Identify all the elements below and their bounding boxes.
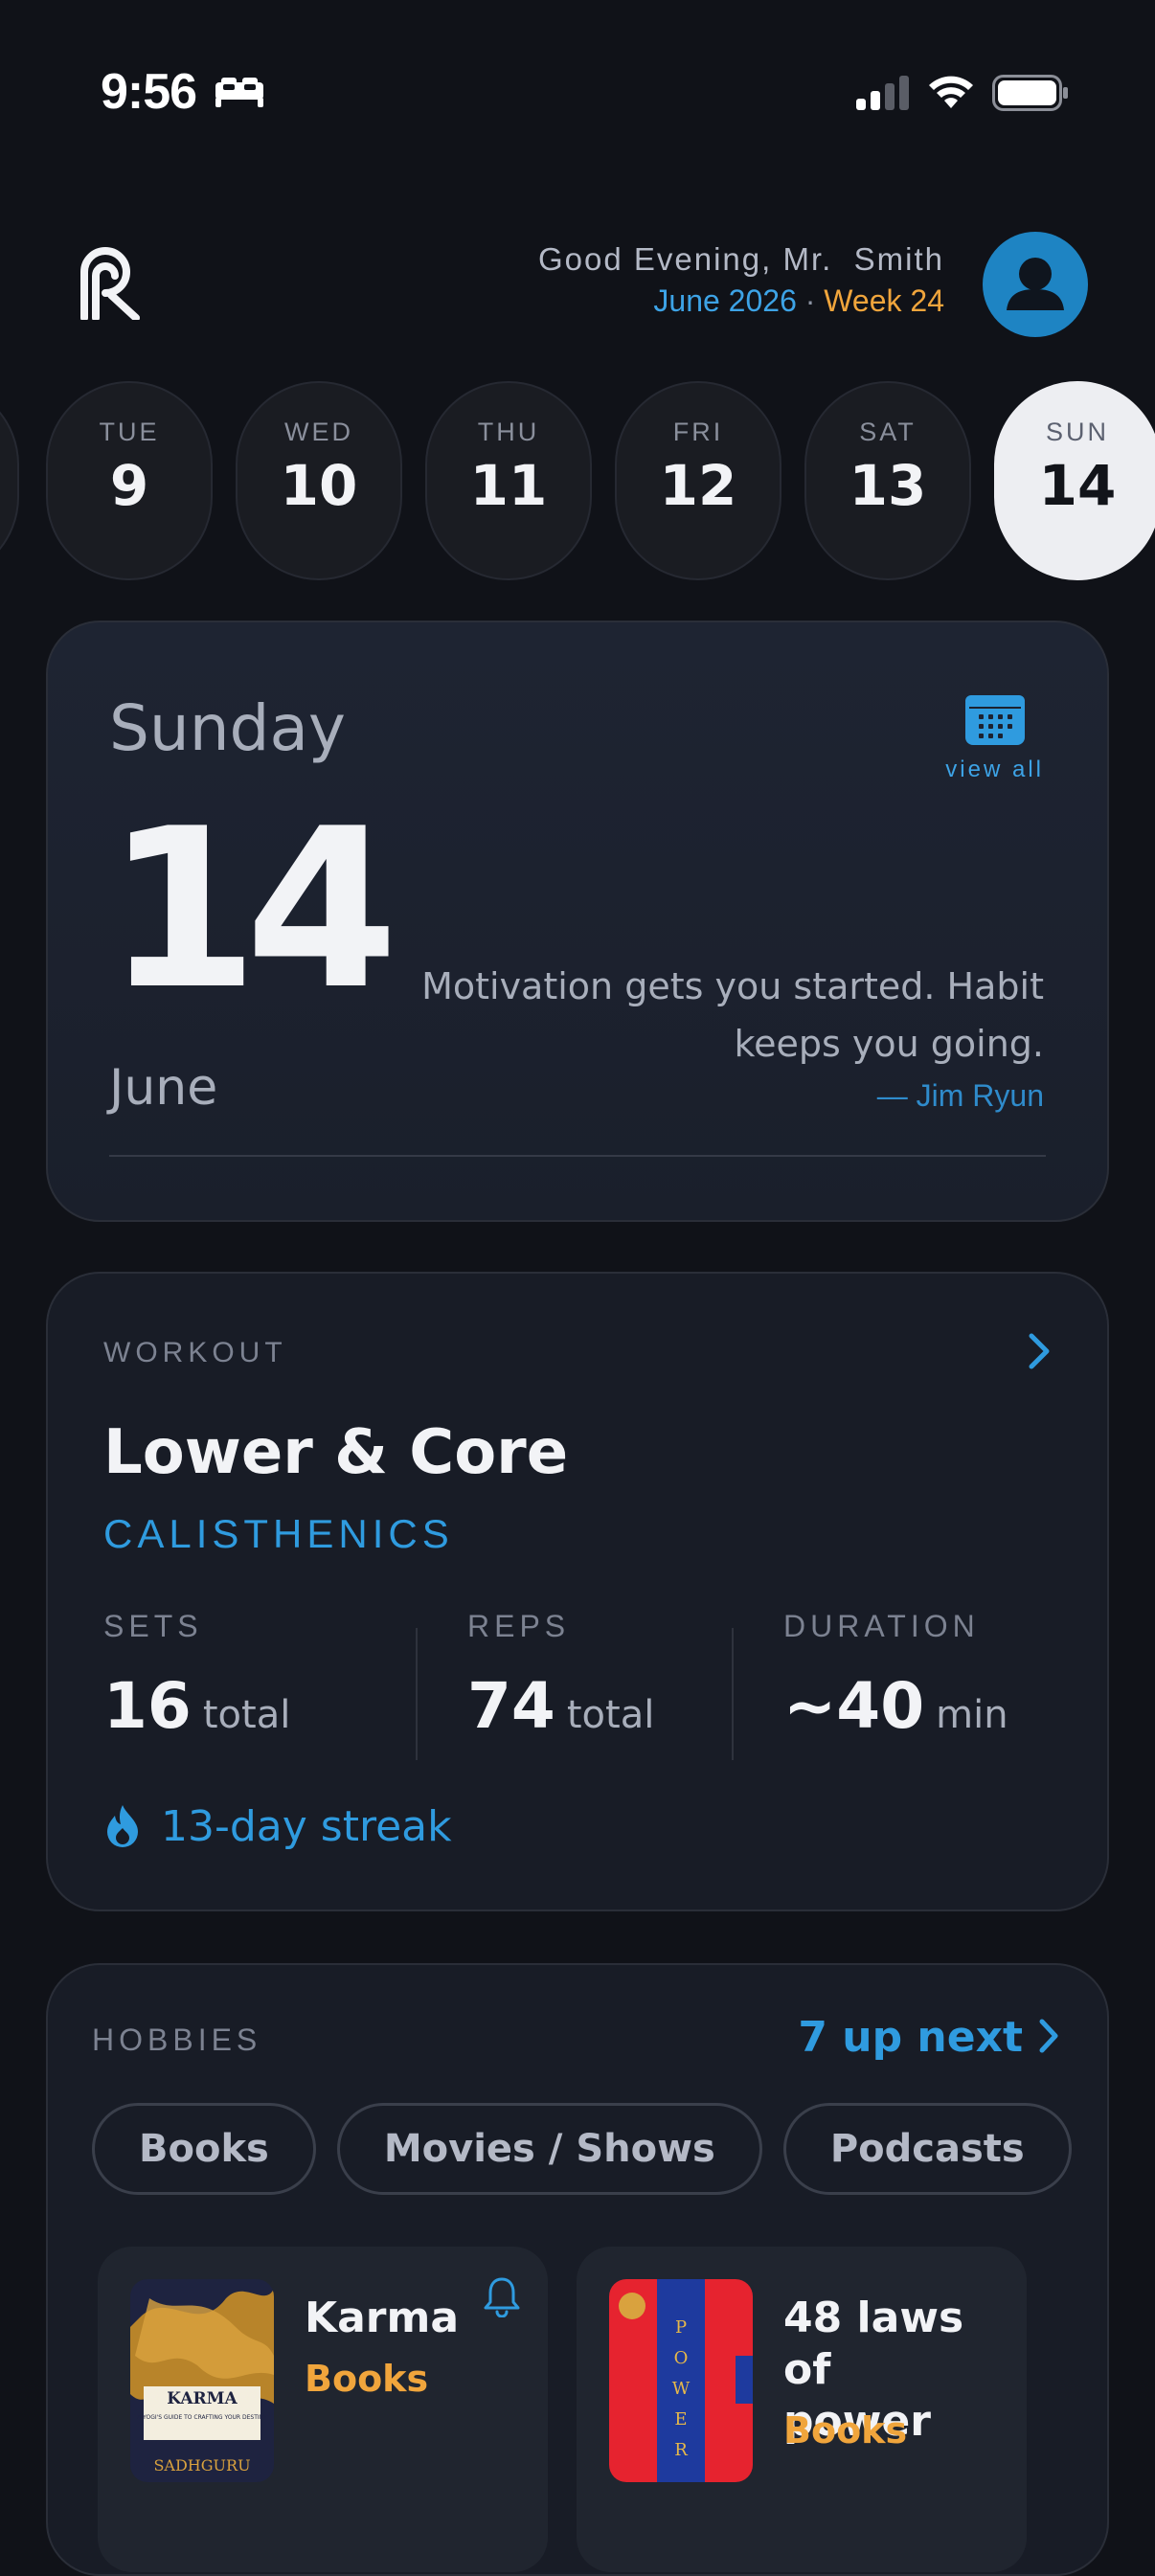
cover-title: O: [674, 2348, 689, 2368]
stat-value: 16: [103, 1669, 192, 1743]
stat-value: 74: [467, 1669, 555, 1743]
cover-title: W: [672, 2379, 691, 2399]
chevron-right-icon[interactable]: [1025, 1331, 1053, 1375]
workout-stats: SETS 16 total REPS 74 total DURATION ~40 mi…: [103, 1609, 1052, 1760]
chip-movies-shows[interactable]: Movies / Shows: [336, 2103, 762, 2195]
cellular-signal-icon: [856, 76, 910, 114]
app-logo-icon[interactable]: [77, 243, 144, 324]
hobby-category: Books: [305, 2358, 429, 2400]
day-of-week: TUE: [99, 418, 160, 446]
user-avatar-icon[interactable]: [983, 232, 1088, 337]
day-pill-wed[interactable]: WED 10: [236, 381, 402, 580]
separator: ·: [796, 283, 825, 318]
day-number: 11: [469, 453, 548, 518]
workout-title: Lower & Core: [103, 1417, 569, 1488]
stat-divider: [732, 1628, 734, 1760]
hobby-category: Books: [783, 2409, 908, 2452]
day-number: 9: [109, 453, 149, 518]
wifi-icon: [927, 76, 975, 114]
current-period: June 2026 · Week 24: [538, 283, 944, 319]
month-year: June 2026: [653, 283, 797, 318]
flame-icon: [103, 1803, 142, 1851]
stat-duration: DURATION ~40 min: [783, 1609, 1008, 1743]
up-next-label: 7 up next: [798, 2013, 1023, 2062]
day-pill-sat[interactable]: SAT 13: [804, 381, 971, 580]
streak-text: 13-day streak: [161, 1802, 452, 1851]
header: Good Evening, Mr. Smith June 2026 · Week…: [77, 228, 1088, 343]
quote-text: Motivation gets you started. Habit keeps…: [421, 965, 1044, 1065]
stat-reps: REPS 74 total: [467, 1609, 654, 1743]
stat-label: SETS: [103, 1609, 203, 1643]
bed-icon: [214, 77, 265, 113]
day-of-week: SAT: [859, 418, 917, 446]
status-bar: 9:56: [101, 57, 1069, 124]
cover-title: KARMA: [167, 2389, 238, 2408]
up-next-link[interactable]: 7 up next: [798, 2013, 1061, 2062]
stat-divider: [416, 1628, 418, 1760]
day-number-large: 14: [105, 782, 398, 1038]
chip-podcasts[interactable]: Podcasts: [782, 2103, 1072, 2195]
day-pill-tue[interactable]: TUE 9: [46, 381, 213, 580]
day-number: 10: [280, 453, 358, 518]
book-cover-48-laws: P O W E R: [609, 2279, 753, 2482]
chevron-right-icon: [1036, 2017, 1061, 2059]
day-number: 14: [1038, 453, 1117, 518]
month-label: June: [109, 1059, 218, 1117]
section-label-workout: WORKOUT: [103, 1337, 287, 1368]
workout-card[interactable]: WORKOUT Lower & Core CALISTHENICS SETS 1…: [46, 1272, 1109, 1911]
weekday-label: Sunday: [109, 691, 346, 765]
day-pill-partial[interactable]: [0, 381, 19, 580]
day-of-week: WED: [284, 418, 353, 446]
stat-unit: total: [566, 1693, 655, 1737]
hobby-title: Karma: [305, 2294, 460, 2342]
divider: [109, 1155, 1046, 1157]
cover-subtitle: A YOGI'S GUIDE TO CRAFTING YOUR DESTINY: [137, 2414, 267, 2421]
day-pill-thu[interactable]: THU 11: [425, 381, 592, 580]
day-number: 13: [849, 453, 927, 518]
stat-value: ~40: [783, 1669, 925, 1743]
stat-sets: SETS 16 total: [103, 1609, 290, 1743]
stat-label: DURATION: [783, 1609, 980, 1643]
cover-title: E: [674, 2409, 687, 2429]
day-strip[interactable]: TUE 9 WED 10 THU 11 FRI 12 SAT 13 SUN 14: [0, 381, 1155, 582]
category-chips: Books Movies / Shows Podcasts: [92, 2103, 1072, 2195]
view-all-label: view all: [945, 757, 1044, 782]
section-label-hobbies: HOBBIES: [92, 2022, 262, 2057]
day-of-week: FRI: [672, 418, 724, 446]
day-pill-sun-selected[interactable]: SUN 14: [994, 381, 1155, 580]
workout-type: CALISTHENICS: [103, 1511, 454, 1556]
hobby-items: KARMA A YOGI'S GUIDE TO CRAFTING YOUR DE…: [98, 2247, 1065, 2574]
day-number: 12: [659, 453, 737, 518]
cover-title: R: [674, 2440, 688, 2460]
day-pill-fri[interactable]: FRI 12: [615, 381, 781, 580]
hobby-item-48-laws[interactable]: P O W E R 48 laws of power Books: [577, 2247, 1027, 2572]
status-indicators: [856, 75, 1069, 115]
stat-label: REPS: [467, 1609, 571, 1643]
quote-author: — Jim Ryun: [876, 1078, 1044, 1113]
greeting-block: Good Evening, Mr. Smith June 2026 · Week…: [538, 241, 944, 319]
calendar-icon: [964, 695, 1025, 749]
chip-books[interactable]: Books: [92, 2103, 316, 2195]
bell-icon[interactable]: [483, 2275, 521, 2321]
date-card: Sunday 14 June view all Motivation gets …: [46, 621, 1109, 1222]
streak: 13-day streak: [103, 1802, 452, 1851]
day-of-week: THU: [477, 418, 540, 446]
cover-title: P: [675, 2317, 687, 2338]
cover-author: SADHGURU: [153, 2456, 250, 2474]
book-cover-karma: KARMA A YOGI'S GUIDE TO CRAFTING YOUR DE…: [130, 2279, 274, 2482]
view-all-button[interactable]: view all: [945, 689, 1044, 783]
day-of-week: SUN: [1045, 418, 1109, 446]
battery-icon: [992, 75, 1069, 115]
hobby-item-karma[interactable]: KARMA A YOGI'S GUIDE TO CRAFTING YOUR DE…: [98, 2247, 548, 2572]
greeting-text: Good Evening, Mr. Smith: [537, 241, 944, 277]
status-time: 9:56: [101, 64, 197, 120]
week-number: Week 24: [824, 283, 944, 318]
stat-unit: total: [202, 1693, 291, 1737]
stat-unit: min: [936, 1693, 1008, 1737]
hobbies-card: HOBBIES 7 up next Books Movies / Shows P…: [46, 1963, 1109, 2576]
